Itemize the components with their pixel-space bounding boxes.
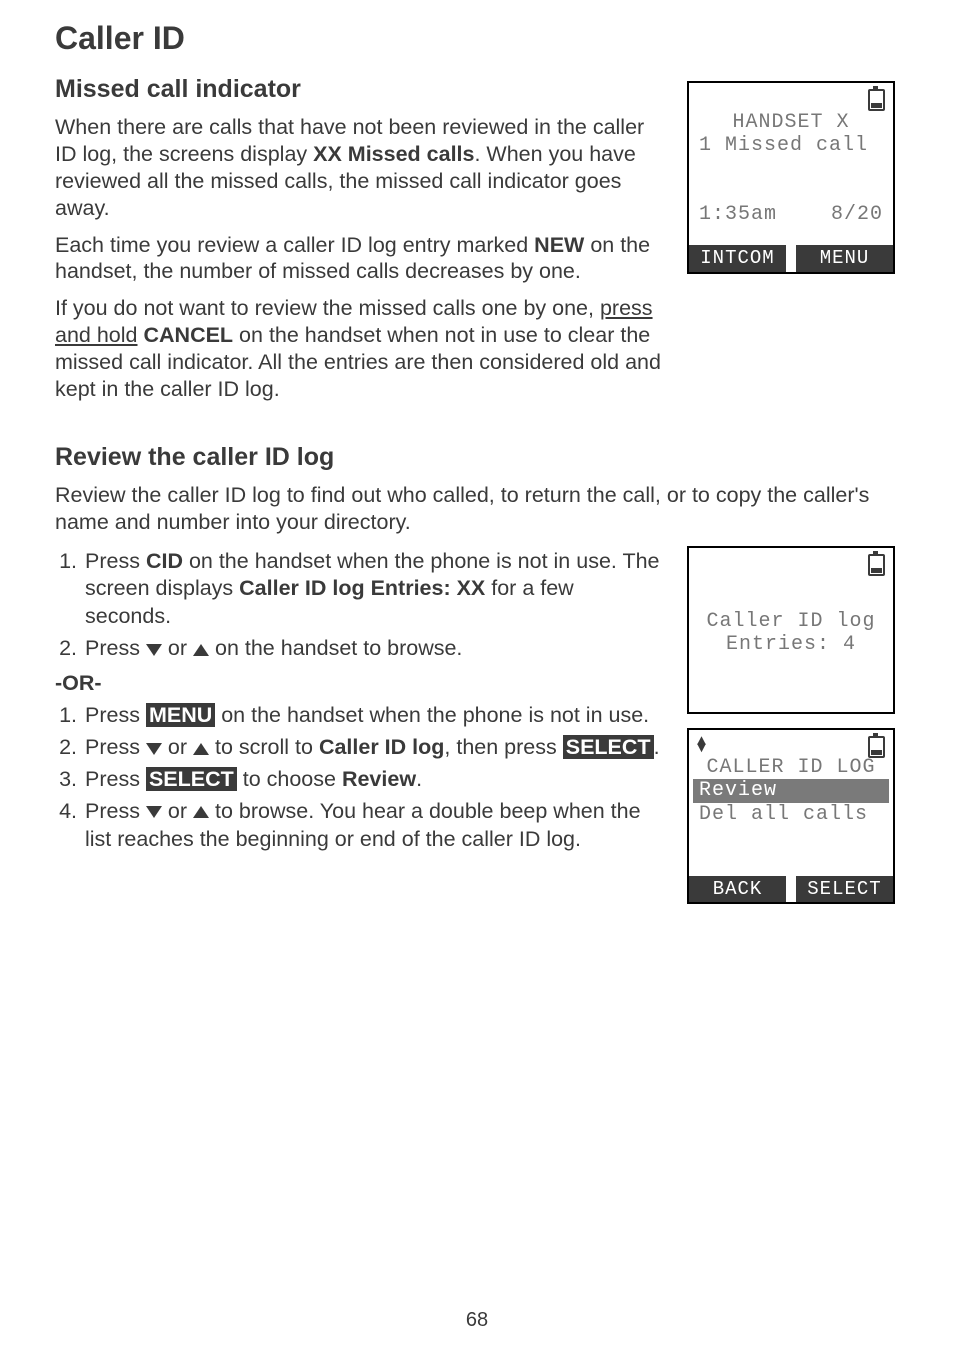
text: Press	[85, 703, 146, 727]
triangle-up-icon	[193, 743, 209, 755]
lcd-softkeys: BACK SELECT	[689, 876, 893, 903]
section-review-heading: Review the caller ID log	[55, 443, 899, 472]
lcd-softkeys: INTCOM MENU	[689, 245, 893, 272]
lcd-line: Entries: 4	[693, 633, 889, 656]
lcd-line: 1 Missed call	[693, 134, 889, 157]
text: .	[654, 735, 660, 759]
lcd-screen-missed: HANDSET X 1 Missed call 1:35am 8/20 INTC…	[687, 81, 895, 274]
steps-list-b: Press MENU on the handset when the phone…	[55, 702, 665, 854]
key-select: SELECT	[563, 735, 654, 759]
page-title: Caller ID	[55, 20, 899, 57]
text: Press	[85, 767, 146, 791]
text-bold: XX Missed calls	[313, 142, 474, 166]
battery-icon	[868, 554, 885, 576]
lcd-menu-selected[interactable]: Review	[693, 779, 889, 803]
lcd-menu-item[interactable]: Del all calls	[693, 803, 889, 826]
list-item: Press or to browse. You hear a double be…	[83, 798, 665, 854]
triangle-up-icon	[193, 644, 209, 656]
lcd-screen-entries: Caller ID log Entries: 4	[687, 546, 895, 714]
key-menu: MENU	[146, 703, 215, 727]
text: on the handset to browse.	[209, 636, 462, 660]
page-number: 68	[0, 1309, 954, 1332]
review-intro: Review the caller ID log to find out who…	[55, 482, 899, 536]
missed-para-1: When there are calls that have not been …	[55, 114, 665, 222]
softkey-right[interactable]: MENU	[796, 245, 893, 272]
list-item: Press or to scroll to Caller ID log, the…	[83, 734, 665, 762]
missed-para-2: Each time you review a caller ID log ent…	[55, 232, 665, 286]
text: If you do not want to review the missed …	[55, 296, 600, 320]
text: to scroll to	[209, 735, 319, 759]
softkey-left[interactable]: BACK	[689, 876, 786, 903]
list-item: Press CID on the handset when the phone …	[83, 548, 665, 632]
or-label: -OR-	[55, 671, 665, 696]
triangle-up-icon	[193, 806, 209, 818]
text-bold: Caller ID log Entries: XX	[239, 576, 485, 600]
key-select: SELECT	[146, 767, 237, 791]
text: Each time you review a caller ID log ent…	[55, 233, 534, 257]
lcd-line: HANDSET X	[693, 111, 889, 134]
lcd-time: 1:35am	[699, 203, 777, 226]
lcd-time-row: 1:35am 8/20	[693, 203, 889, 226]
lcd-screen-menu: ▲▼ CALLER ID LOG Review Del all calls BA…	[687, 728, 895, 905]
text: on the handset when the phone is not in …	[215, 703, 649, 727]
softkey-gap	[786, 876, 796, 903]
steps-list-a: Press CID on the handset when the phone …	[55, 548, 665, 664]
text: or	[162, 735, 193, 759]
list-item: Press or on the handset to browse.	[83, 635, 665, 663]
text-bold: CANCEL	[143, 323, 233, 347]
text-bold: NEW	[534, 233, 584, 257]
text-bold: CID	[146, 549, 183, 573]
lcd-line: Caller ID log	[693, 610, 889, 633]
triangle-down-icon	[146, 743, 162, 755]
text: Press	[85, 549, 146, 573]
list-item: Press MENU on the handset when the phone…	[83, 702, 665, 730]
text-bold: Review	[342, 767, 416, 791]
text: or	[162, 799, 193, 823]
text: Press	[85, 735, 146, 759]
section-missed-heading: Missed call indicator	[55, 75, 665, 104]
list-item: Press SELECT to choose Review.	[83, 766, 665, 794]
battery-icon	[868, 736, 885, 758]
triangle-down-icon	[146, 644, 162, 656]
softkey-gap	[786, 245, 796, 272]
softkey-right[interactable]: SELECT	[796, 876, 893, 903]
text: , then press	[444, 735, 562, 759]
text-bold: Caller ID log	[319, 735, 444, 759]
text: Press	[85, 799, 146, 823]
text: to choose	[237, 767, 342, 791]
updown-icon: ▲▼	[697, 738, 706, 753]
lcd-menu-title: CALLER ID LOG	[693, 756, 889, 779]
text: or	[162, 636, 193, 660]
battery-icon	[868, 89, 885, 111]
text: .	[416, 767, 422, 791]
triangle-down-icon	[146, 806, 162, 818]
missed-para-3: If you do not want to review the missed …	[55, 295, 665, 403]
softkey-left[interactable]: INTCOM	[689, 245, 786, 272]
lcd-date: 8/20	[831, 203, 883, 226]
text: Press	[85, 636, 146, 660]
